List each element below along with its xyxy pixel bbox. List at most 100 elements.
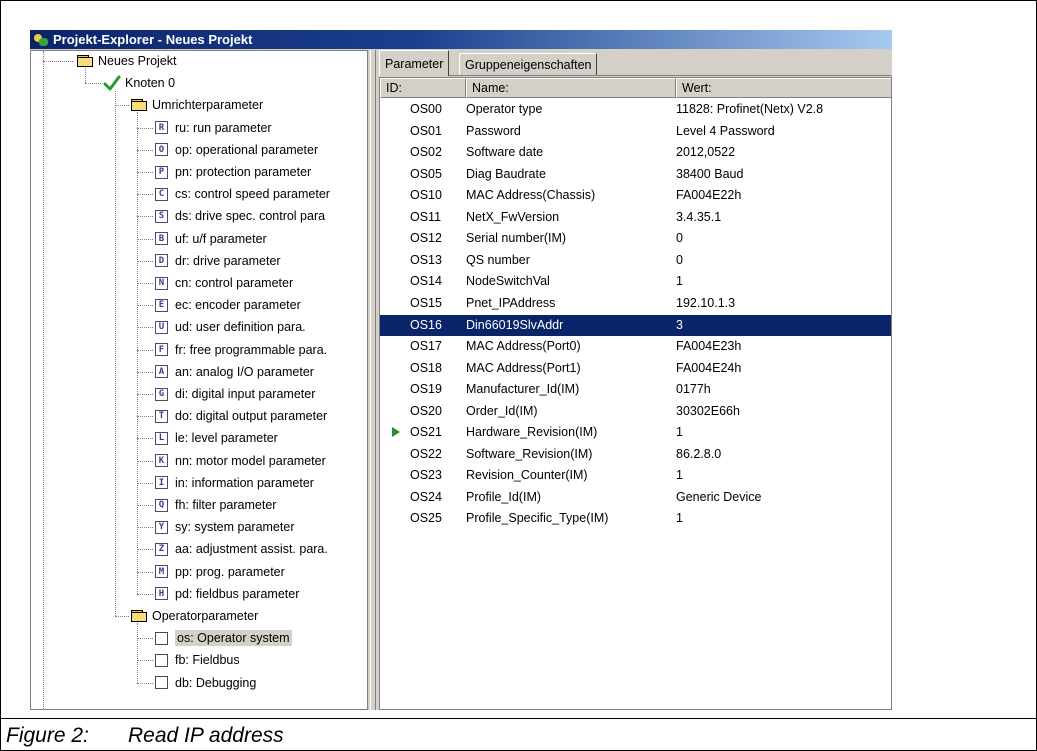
cell-value: 1	[676, 468, 683, 483]
tree-item-do[interactable]: Tdo: digital output parameter	[155, 406, 327, 426]
tree-connector	[137, 438, 153, 440]
tree-item-sy[interactable]: Ysy: system parameter	[155, 517, 294, 537]
parameter-group-icon	[155, 676, 168, 690]
cell-id: OS14	[410, 274, 442, 289]
tree-connector	[137, 638, 153, 640]
table-row[interactable]: OS17 MAC Address(Port0) FA004E23h	[380, 336, 891, 357]
parameter-group-icon: U	[155, 320, 168, 334]
column-header-id[interactable]: ID:	[380, 78, 466, 98]
cell-name: Diag Baudrate	[466, 166, 546, 181]
column-header-id-label: ID:	[386, 81, 402, 95]
cell-id: OS25	[410, 511, 442, 526]
tab-gruppeneigenschaften[interactable]: Gruppeneigenschaften	[459, 53, 598, 75]
tree-item-db[interactable]: db: Debugging	[155, 673, 256, 693]
title-bar[interactable]: Projekt-Explorer - Neues Projekt	[30, 30, 892, 49]
checkmark-icon	[103, 75, 121, 91]
tree-item-label: uf: u/f parameter	[175, 231, 267, 246]
tree-connector	[137, 416, 153, 418]
cell-id: OS18	[410, 360, 442, 375]
table-row[interactable]: OS16 Din66019SlvAddr 3	[380, 314, 891, 336]
tree-item-label: nn: motor model parameter	[175, 453, 326, 468]
tree-item-an[interactable]: Aan: analog I/O parameter	[155, 362, 314, 382]
cell-value: FA004E23h	[676, 339, 742, 354]
tree-item-knoten[interactable]: Knoten 0	[103, 73, 175, 93]
tree-connector	[137, 394, 153, 395]
tree-item-pd[interactable]: Hpd: fieldbus parameter	[155, 584, 299, 604]
tree-item-di[interactable]: Gdi: digital input parameter	[155, 384, 315, 404]
folder-icon	[77, 55, 93, 67]
tree-item-fh[interactable]: Qfh: filter parameter	[155, 495, 276, 515]
table-row[interactable]: OS22 Software_Revision(IM) 86.2.8.0	[380, 444, 891, 465]
tree-connector	[137, 149, 153, 151]
project-tree[interactable]: Neues Projekt Knoten 0 Umrichterparameter R…	[30, 50, 368, 710]
tree-item-label: pp: prog. parameter	[175, 564, 285, 579]
table-row[interactable]: OS13 QS number 0	[380, 250, 891, 271]
parameter-panel: Parameter Gruppeneigenschaften ID: Name:…	[379, 50, 892, 710]
tab-parameter-label: Parameter	[385, 56, 444, 71]
tree-item-label: pn: protection parameter	[175, 165, 312, 179]
tree-item-aa[interactable]: Zaa: adjustment assist. para.	[155, 539, 328, 559]
table-row[interactable]: OS23 Revision_Counter(IM) 1	[380, 465, 891, 486]
table-row[interactable]: OS15 Pnet_IPAddress 192.10.1.3	[380, 293, 891, 314]
cell-id: OS22	[410, 446, 442, 461]
figure-caption: Figure 2: Read IP address	[0, 718, 1037, 751]
table-row[interactable]: OS00 Operator type 11828: Profinet(Netx) V…	[380, 99, 891, 120]
tree-item-pp[interactable]: Mpp: prog. parameter	[155, 562, 285, 582]
tree-group-umrichterparameter[interactable]: Umrichterparameter	[131, 95, 263, 115]
table-row[interactable]: OS14 NodeSwitchVal 1	[380, 271, 891, 292]
tree-item-uf[interactable]: Buf: u/f parameter	[155, 229, 267, 249]
tree-item-label: aa: adjustment assist. para.	[175, 542, 328, 557]
parameter-group-icon: D	[155, 254, 168, 268]
tree-item-le[interactable]: Lle: level parameter	[155, 428, 278, 448]
parameter-group-icon: O	[155, 143, 168, 157]
table-row[interactable]: OS20 Order_Id(IM) 30302E66h	[380, 401, 891, 422]
table-row[interactable]: OS01 Password Level 4 Password	[380, 121, 891, 142]
tree-connector	[137, 482, 153, 484]
tree-item-label: Neues Projekt	[98, 54, 177, 68]
column-header-name[interactable]: Name:	[466, 78, 676, 98]
tab-parameter[interactable]: Parameter	[379, 50, 450, 76]
cell-value: 1	[676, 274, 683, 289]
table-row[interactable]: OS18 MAC Address(Port1) FA004E24h	[380, 358, 891, 379]
tree-connector	[137, 238, 153, 240]
tree-group-operatorparameter[interactable]: Operatorparameter	[131, 606, 258, 626]
tree-item-op[interactable]: Oop: operational parameter	[155, 140, 318, 160]
cell-name: QS number	[466, 252, 530, 267]
tree-item-nn[interactable]: Knn: motor model parameter	[155, 451, 326, 471]
tree-item-dr[interactable]: Ddr: drive parameter	[155, 251, 281, 271]
tree-item-label: fr: free programmable para.	[175, 342, 328, 357]
table-row[interactable]: OS10 MAC Address(Chassis) FA004E22h	[380, 185, 891, 206]
table-row[interactable]: OS21 Hardware_Revision(IM) 1	[380, 422, 891, 443]
tree-item-root[interactable]: Neues Projekt	[77, 51, 177, 71]
cell-name: MAC Address(Port0)	[466, 339, 581, 354]
parameter-list[interactable]: ID: Name: Wert: OS00 Operator type 11828: …	[379, 77, 892, 710]
tree-item-fr[interactable]: Ffr: free programmable para.	[155, 340, 327, 360]
tree-item-fb[interactable]: fb: Fieldbus	[155, 650, 240, 670]
tree-item-ec[interactable]: Eec: encoder parameter	[155, 295, 301, 315]
tree-item-ru[interactable]: Rru: run parameter	[155, 118, 272, 138]
tree-item-pn[interactable]: Ppn: protection parameter	[155, 162, 311, 182]
table-row[interactable]: OS24 Profile_Id(IM) Generic Device	[380, 487, 891, 508]
tree-item-cn[interactable]: Ncn: control parameter	[155, 273, 293, 293]
tree-connector	[85, 68, 86, 84]
tree-item-label: ec: encoder parameter	[175, 298, 301, 313]
column-header-value[interactable]: Wert:	[676, 78, 891, 98]
tree-connector	[137, 349, 153, 351]
tree-connector	[137, 305, 153, 307]
tree-connector	[137, 216, 153, 218]
tree-item-in[interactable]: Iin: information parameter	[155, 473, 314, 493]
tree-item-ud[interactable]: Uud: user definition para.	[155, 317, 306, 337]
table-row[interactable]: OS11 NetX_FwVersion 3.4.35.1	[380, 207, 891, 228]
tree-item-ds[interactable]: Sds: drive spec. control para	[155, 206, 325, 226]
table-row[interactable]: OS25 Profile_Specific_Type(IM) 1	[380, 508, 891, 529]
tree-item-os[interactable]: os: Operator system	[155, 628, 292, 648]
table-row[interactable]: OS19 Manufacturer_Id(IM) 0177h	[380, 379, 891, 400]
table-row[interactable]: OS05 Diag Baudrate 38400 Baud	[380, 164, 891, 185]
table-row[interactable]: OS12 Serial number(IM) 0	[380, 228, 891, 249]
tree-item-cs[interactable]: Ccs: control speed parameter	[155, 184, 330, 204]
cell-id: OS15	[410, 295, 442, 310]
tree-scrollbar[interactable]	[370, 50, 376, 710]
cell-name: NetX_FwVersion	[466, 209, 560, 224]
cell-id: OS01	[410, 123, 442, 138]
table-row[interactable]: OS02 Software date 2012,0522	[380, 142, 891, 163]
